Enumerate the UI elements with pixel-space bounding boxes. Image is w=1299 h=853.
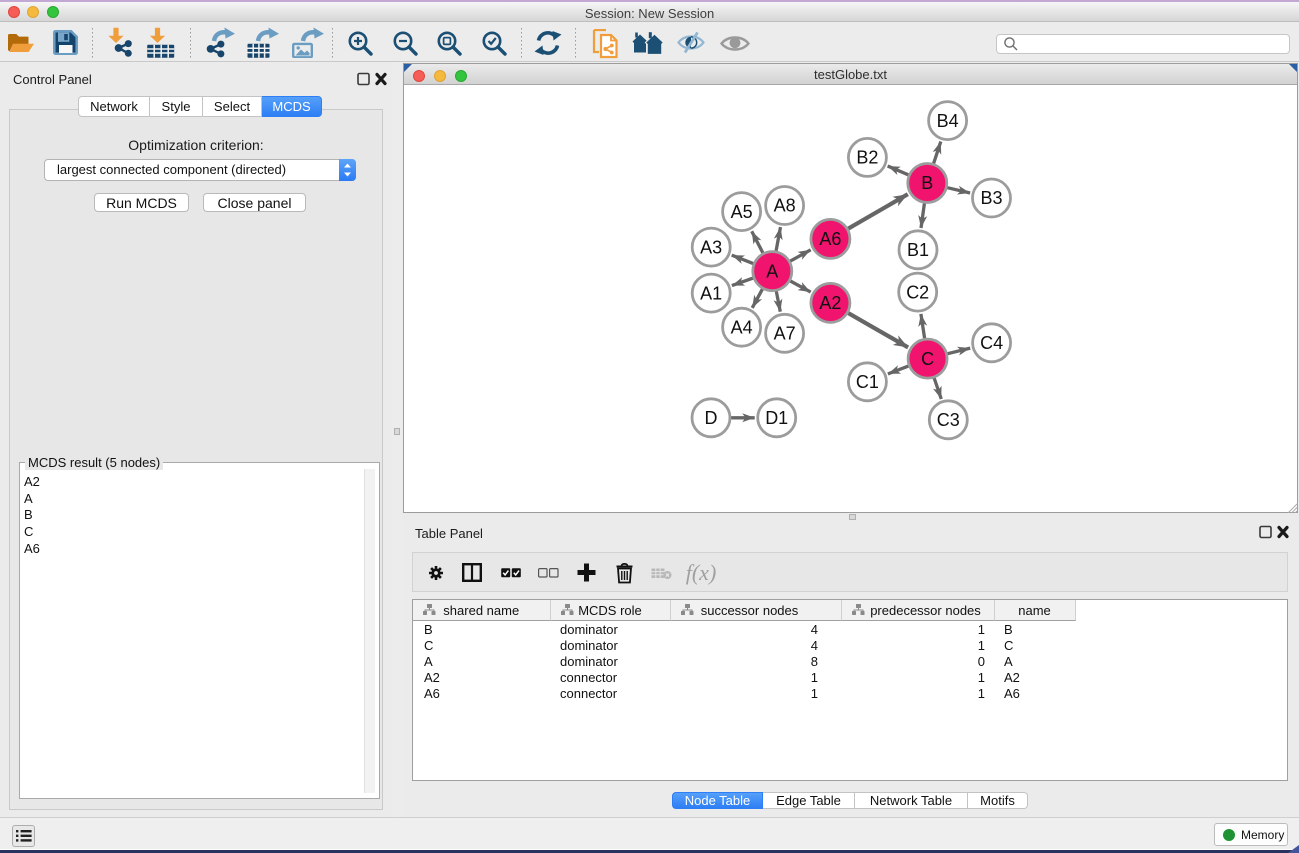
svg-text:C1: C1 xyxy=(856,372,879,392)
svg-text:A6: A6 xyxy=(819,229,841,249)
svg-text:C3: C3 xyxy=(937,410,960,430)
svg-text:A4: A4 xyxy=(731,317,753,337)
svg-text:B2: B2 xyxy=(856,148,878,168)
svg-text:A1: A1 xyxy=(700,283,722,303)
svg-text:D1: D1 xyxy=(765,408,788,428)
svg-text:A: A xyxy=(766,261,778,281)
svg-text:A3: A3 xyxy=(700,237,722,257)
svg-text:A8: A8 xyxy=(774,196,796,216)
svg-text:B3: B3 xyxy=(980,188,1002,208)
svg-text:B4: B4 xyxy=(937,111,959,131)
svg-text:C4: C4 xyxy=(980,333,1003,353)
svg-text:A5: A5 xyxy=(731,202,753,222)
svg-text:B: B xyxy=(921,173,933,193)
svg-text:C: C xyxy=(921,349,934,369)
svg-text:D: D xyxy=(705,408,718,428)
svg-text:A7: A7 xyxy=(774,324,796,344)
svg-text:A2: A2 xyxy=(819,293,841,313)
svg-text:f(x): f(x) xyxy=(686,560,717,585)
svg-text:C2: C2 xyxy=(906,282,929,302)
svg-text:B1: B1 xyxy=(907,240,929,260)
